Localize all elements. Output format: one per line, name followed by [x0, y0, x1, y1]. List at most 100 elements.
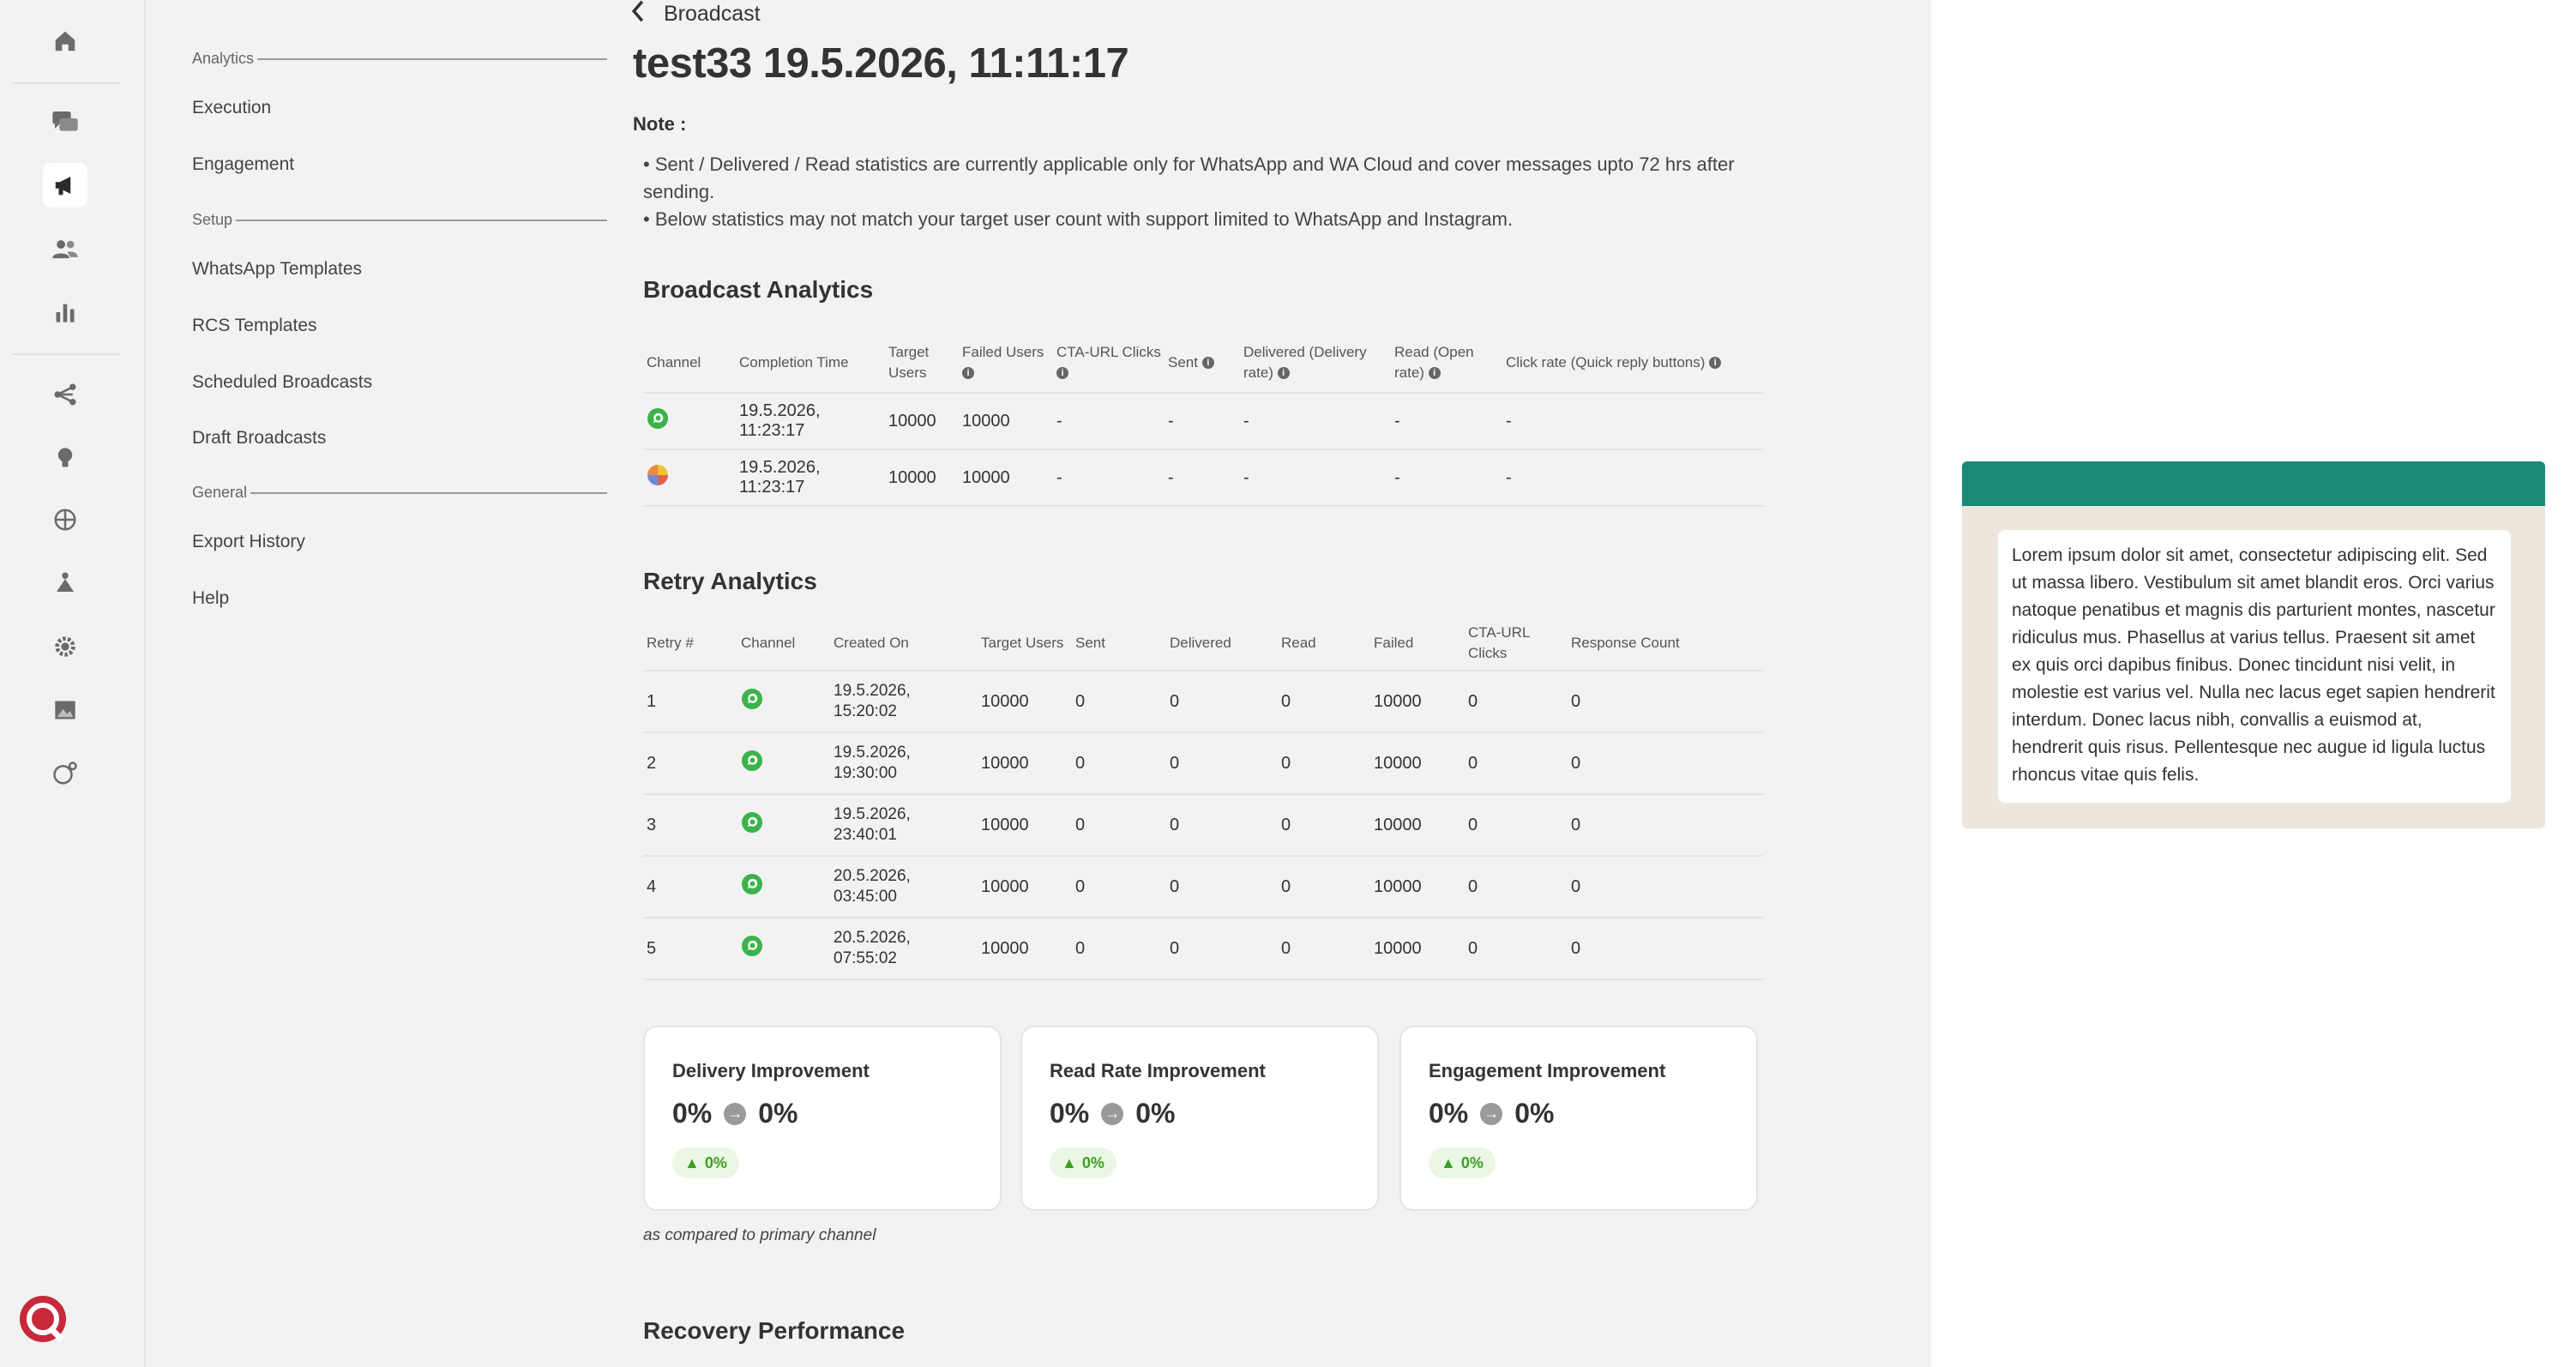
read-cell: 0	[1278, 732, 1370, 794]
delivered-cell: 0	[1166, 793, 1278, 856]
created-cell: 19.5.2026, 23:40:01	[830, 793, 978, 856]
nav-item-execution[interactable]: Execution	[192, 98, 271, 118]
message-bubble: Lorem ipsum dolor sit amet, consectetur …	[1998, 530, 2511, 803]
broadcast-analytics-table: Channel Completion Time Target Users Fai…	[643, 333, 1763, 508]
col-header: Created On	[834, 634, 909, 651]
target-cell: 10000	[885, 392, 959, 449]
icon-rail	[0, 0, 146, 1367]
nav-item-engagement[interactable]: Engagement	[192, 154, 294, 175]
info-icon[interactable]: i	[1201, 357, 1214, 370]
info-icon[interactable]: i	[962, 367, 974, 380]
globe-icon[interactable]	[48, 503, 82, 537]
col-header: Delivered	[1170, 634, 1231, 651]
retry-cell: 1	[643, 670, 737, 732]
target-cell: 10000	[978, 917, 1072, 979]
back-link[interactable]: Broadcast	[664, 2, 761, 27]
read-cell: 0	[1278, 793, 1370, 856]
nav-item-export-history[interactable]: Export History	[192, 532, 305, 552]
triangle-up-icon: ▲	[1441, 1153, 1456, 1171]
delivered-cell: 0	[1166, 732, 1278, 794]
sent-cell: 0	[1072, 793, 1166, 856]
cta-cell: 0	[1465, 670, 1568, 732]
cta-cell: -	[1053, 449, 1165, 506]
triangle-up-icon: ▲	[684, 1153, 700, 1171]
page-title: test33 19.5.2026, 11:11:17	[633, 40, 1129, 87]
card-title: Delivery Improvement	[672, 1060, 870, 1081]
card-title: Read Rate Improvement	[1050, 1060, 1266, 1081]
failed-cell: 10000	[1370, 793, 1465, 856]
table-header-row: Retry # Channel Created On Target Users …	[643, 616, 1763, 671]
failed-cell: 10000	[959, 449, 1053, 506]
info-icon[interactable]: i	[1277, 367, 1290, 380]
hierarchy-icon[interactable]	[48, 566, 82, 600]
home-icon[interactable]	[48, 24, 82, 58]
channel-cell	[737, 670, 830, 732]
whatsapp-icon	[742, 812, 762, 833]
whatsapp-settings-icon[interactable]	[48, 756, 82, 791]
col-header: Failed Users i	[962, 343, 1044, 380]
chevron-left-icon[interactable]	[631, 0, 645, 28]
col-header: Channel	[741, 634, 796, 651]
recovery-performance-title: Recovery Performance	[643, 1317, 906, 1344]
nav-item-rcs-templates[interactable]: RCS Templates	[192, 316, 317, 336]
col-header: Response Count	[1571, 634, 1680, 651]
click-cell: -	[1502, 392, 1763, 449]
target-cell: 10000	[978, 670, 1072, 732]
megaphone-icon[interactable]	[43, 163, 87, 208]
breadcrumb[interactable]: Broadcast	[631, 0, 761, 28]
card-values: 0% → 0%	[1429, 1098, 1555, 1129]
delta-badge: ▲ 0%	[672, 1147, 739, 1178]
cta-cell: 0	[1465, 917, 1568, 979]
cta-cell: -	[1053, 392, 1165, 449]
created-cell: 19.5.2026, 15:20:02	[830, 670, 978, 732]
info-icon[interactable]: i	[1428, 367, 1441, 380]
info-icon[interactable]: i	[1056, 367, 1068, 380]
delivered-cell: 0	[1166, 670, 1278, 732]
created-cell: 20.5.2026, 07:55:02	[830, 917, 978, 979]
failed-cell: 10000	[959, 392, 1053, 449]
bar-chart-icon[interactable]	[48, 295, 82, 329]
users-icon[interactable]	[48, 232, 82, 266]
nav-item-scheduled-broadcasts[interactable]: Scheduled Broadcasts	[192, 372, 372, 393]
read-rate-improvement-card: Read Rate Improvement 0% → 0% ▲ 0%	[1020, 1026, 1379, 1211]
created-cell: 19.5.2026, 19:30:00	[830, 732, 978, 794]
cta-cell: 0	[1465, 793, 1568, 856]
channel-cell	[737, 732, 830, 794]
engagement-improvement-card: Engagement Improvement 0% → 0% ▲ 0%	[1399, 1026, 1758, 1211]
card-values: 0% → 0%	[672, 1098, 798, 1129]
brand-logo	[17, 1293, 69, 1345]
response-cell: 0	[1568, 732, 1763, 794]
retry-analytics-title: Retry Analytics	[643, 568, 817, 594]
response-cell: 0	[1568, 917, 1763, 979]
bulb-icon[interactable]	[48, 441, 82, 475]
info-icon[interactable]: i	[1709, 357, 1722, 370]
read-cell: 0	[1278, 855, 1370, 918]
whatsapp-icon	[742, 874, 762, 894]
cta-cell: 0	[1465, 855, 1568, 918]
chat-icon[interactable]	[48, 105, 82, 139]
flow-icon[interactable]	[48, 377, 82, 412]
gear-icon[interactable]	[48, 629, 82, 664]
failed-cell: 10000	[1370, 732, 1465, 794]
delivered-cell: -	[1240, 449, 1391, 506]
table-row: 2 19.5.2026, 19:30:00 10000 0 0 0 10000 0…	[643, 732, 1763, 794]
note-label: Note :	[633, 113, 687, 135]
general-section-header: General	[192, 484, 607, 502]
read-cell: -	[1391, 392, 1502, 449]
col-header: Sent	[1075, 634, 1105, 651]
image-icon[interactable]	[48, 693, 82, 727]
retry-analytics-table: Retry # Channel Created On Target Users …	[643, 616, 1763, 981]
nav-item-whatsapp-templates[interactable]: WhatsApp Templates	[192, 259, 362, 280]
col-header: Delivered (Delivery rate) i	[1243, 343, 1367, 381]
failed-cell: 10000	[1370, 917, 1465, 979]
target-cell: 10000	[885, 449, 959, 506]
whatsapp-icon	[742, 750, 762, 771]
click-cell: -	[1502, 449, 1763, 506]
sent-cell: -	[1165, 392, 1240, 449]
delta-badge: ▲ 0%	[1429, 1147, 1496, 1178]
nav-item-draft-broadcasts[interactable]: Draft Broadcasts	[192, 428, 326, 449]
table-row: 3 19.5.2026, 23:40:01 10000 0 0 0 10000 0…	[643, 793, 1763, 856]
nav-item-help[interactable]: Help	[192, 588, 229, 609]
response-cell: 0	[1568, 793, 1763, 856]
delivered-cell: -	[1240, 392, 1391, 449]
